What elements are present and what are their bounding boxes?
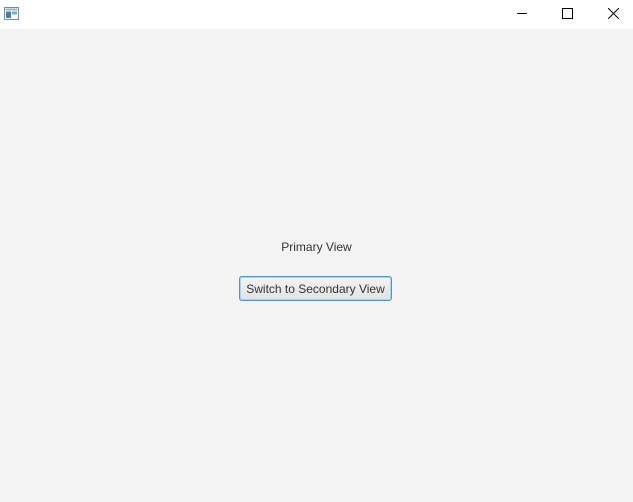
app-window: Primary View Switch to Secondary View bbox=[0, 0, 633, 502]
maximize-icon bbox=[561, 6, 573, 24]
view-label: Primary View bbox=[281, 240, 352, 254]
title-bar[interactable] bbox=[0, 0, 633, 29]
minimize-button[interactable] bbox=[499, 0, 545, 29]
close-icon bbox=[607, 6, 619, 24]
main-content: Primary View Switch to Secondary View bbox=[0, 29, 633, 502]
app-window-icon bbox=[4, 7, 19, 20]
switch-view-button[interactable]: Switch to Secondary View bbox=[239, 276, 392, 301]
minimize-icon bbox=[516, 6, 528, 24]
maximize-button[interactable] bbox=[544, 0, 590, 29]
close-button[interactable] bbox=[590, 0, 633, 29]
